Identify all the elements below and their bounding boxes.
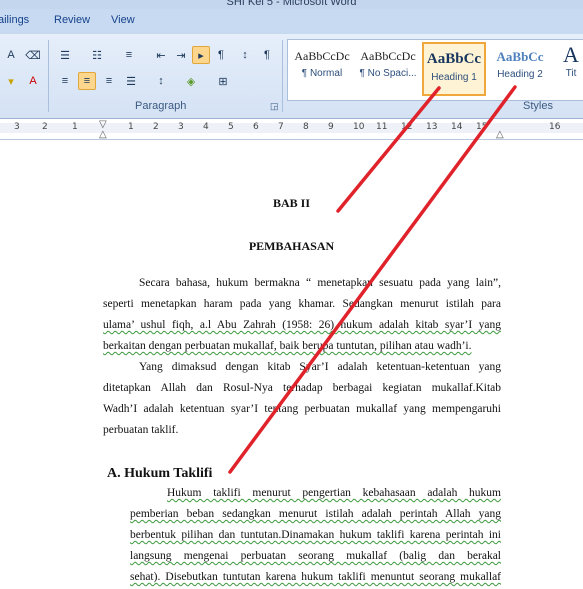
window-title: SHI Kel 5 - Microsoft Word [226,0,357,8]
style-sample: AaBbCc [496,49,544,64]
show-marks-icon[interactable]: ¶ [258,46,276,64]
ruler-number: 7 [278,122,284,132]
paragraph-line: sehat). Disebutkan tuntutan karena hukum… [130,571,501,583]
borders-icon[interactable]: ⊞ [214,72,232,90]
ruler-number: 3 [14,122,20,132]
style-normal[interactable]: AaBbCcDc ¶ Normal [290,42,354,96]
ruler-number: 1 [72,122,78,132]
align-center-icon[interactable]: ≡ [78,72,96,90]
paragraph-dialog-launcher-icon[interactable]: ◲ [270,101,279,112]
ruler-number: 1 [128,122,134,132]
group-divider [282,40,283,112]
shrink-font-icon[interactable]: A [2,46,20,64]
ruler-number: 10 [353,122,365,132]
align-left-icon[interactable]: ≡ [56,72,74,90]
paragraph-line: pemberian beban sedangkan menurut istila… [130,508,501,520]
paragraph-line: Wadh’I adalah ketentuan syar’I tentang p… [103,403,501,415]
style-sample: AaBbCcDc [360,49,416,63]
style-heading-1[interactable]: AaBbCc Heading 1 [422,42,486,96]
hanging-indent-icon[interactable]: △ [99,129,107,140]
justify-icon[interactable]: ☰ [122,72,140,90]
paragraph-line: berkaitan dengan perbuatan mukallaf, bai… [103,340,472,352]
bullets-icon[interactable]: ☰ [56,46,74,64]
style-no-spacing[interactable]: AaBbCcDc ¶ No Spaci... [356,42,420,96]
title-bar: SHI Kel 5 - Microsoft Word [0,0,583,9]
styles-gallery: AaBbCcDc ¶ Normal AaBbCcDc ¶ No Spaci...… [287,39,583,101]
tab-view[interactable]: View [111,14,135,26]
style-sample: AaBbCcDc [294,49,350,63]
ruler-number: 9 [328,122,334,132]
line-spacing-icon[interactable]: ↕ [152,72,170,90]
ribbon: A ⌫ ▾ A ☰ ☷ ≡ ⇤ ⇥ ▸ ¶ ↕ ¶ ≡ ≡ ≡ ☰ ↕ ◈ ⊞ … [0,34,583,119]
right-indent-icon[interactable]: △ [496,129,504,140]
ruler-number: 6 [253,122,259,132]
tab-mailings[interactable]: ailings [0,14,29,26]
ruler-number: 2 [42,122,48,132]
style-sample: AaBbCc [426,51,482,67]
ruler-number: 4 [203,122,209,132]
style-name: ¶ Normal [301,68,343,79]
highlight-color-icon[interactable]: ▾ [2,72,20,90]
paragraph-line: Secara bahasa, hukum bermakna “ menetapk… [139,277,501,289]
clear-formatting-icon[interactable]: ⌫ [24,46,42,64]
paragraph-line: seperti menetapkan haram pada yang khama… [103,298,501,310]
style-title[interactable]: A Tit [554,42,583,96]
right-to-left-icon[interactable]: ¶ [212,46,230,64]
ruler-number: 11 [376,122,388,132]
numbering-icon[interactable]: ☷ [88,46,106,64]
ruler-number: 12 [401,122,413,132]
styles-group-label: Styles [523,100,553,112]
paragraph-group-label: Paragraph [135,100,187,112]
style-sample: A [563,42,579,67]
multilevel-list-icon[interactable]: ≡ [120,46,138,64]
subheading: A. Hukum Taklifi [107,466,213,481]
ruler-number: 2 [153,122,159,132]
ribbon-tab-bar: ailings Review View [0,9,583,34]
style-name: Heading 2 [497,69,543,80]
paragraph-line: berbentuk pilihan dan tuntutan.Dinamakan… [130,529,501,541]
tab-review[interactable]: Review [54,14,90,26]
paragraph-line: ditetapkan Allah dan Rosul-Nya terhadap … [103,382,501,394]
style-name: ¶ No Spaci... [359,68,417,79]
sort-icon[interactable]: ↕ [236,46,254,64]
shading-icon[interactable]: ◈ [182,72,200,90]
paragraph-line: ulama’ ushul fiqh, a.l Abu Zahrah (1958:… [103,319,501,331]
increase-indent-icon[interactable]: ⇥ [172,46,190,64]
paragraph-line: perbuatan taklif. [103,424,179,436]
section-title: PEMBAHASAN [248,239,335,253]
horizontal-ruler[interactable]: 3 2 1 1 2 3 4 5 6 7 8 9 10 11 12 13 14 1… [0,119,583,140]
style-name: Tit [565,68,577,79]
ruler-number: 5 [228,122,234,132]
left-to-right-icon[interactable]: ▸ [192,46,210,64]
chapter-title: BAB II [272,196,310,210]
ruler-number: 13 [426,122,438,132]
paragraph-line: Hukum taklifi menurut pengertian kebahas… [167,487,501,499]
paragraph-line: langsung mengenai perbuatan seorang muka… [130,550,501,562]
style-heading-2[interactable]: AaBbCc Heading 2 [488,42,552,96]
paragraph-line: Yang dimaksud dengan kitab Syar’I adalah… [139,361,501,373]
ruler-number: 8 [303,122,309,132]
decrease-indent-icon[interactable]: ⇤ [152,46,170,64]
group-divider [48,40,49,112]
ruler-number: 16 [549,122,561,132]
style-name: Heading 1 [431,72,477,83]
ruler-number: 14 [451,122,463,132]
align-right-icon[interactable]: ≡ [100,72,118,90]
document-page[interactable]: BAB II PEMBAHASAN Secara bahasa, hukum b… [0,140,583,589]
font-color-icon[interactable]: A [24,72,42,90]
ruler-number: 15 [476,122,488,132]
ruler-number: 3 [178,122,184,132]
